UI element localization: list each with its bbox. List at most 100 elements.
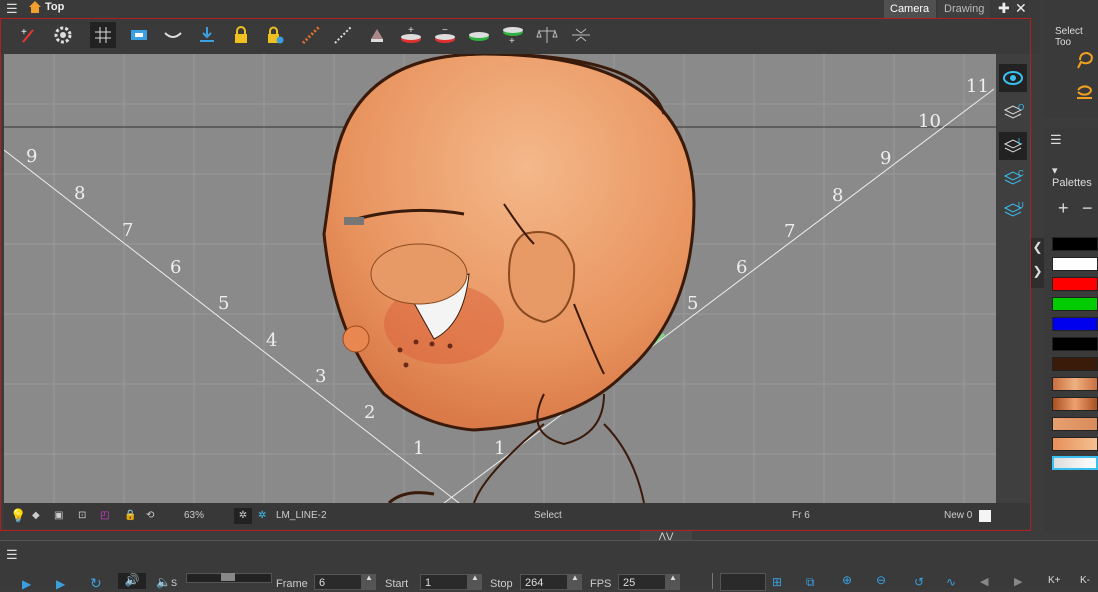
pr-label: 9 [880, 148, 891, 169]
next-key-icon[interactable]: ▶ [1014, 575, 1022, 588]
add-drawing-icon[interactable]: ⊞ [772, 575, 782, 589]
frame-icon[interactable]: ⊡ [78, 508, 86, 524]
stage-drawing[interactable]: 9 8 7 6 5 4 3 2 1 11 10 9 8 7 6 5 4 3 1 [4, 54, 996, 503]
prev-key-icon[interactable]: ◀ [980, 575, 988, 588]
chevron-right-icon[interactable]: ❯ [1031, 264, 1044, 278]
sound-icon[interactable]: 🔊 [118, 573, 146, 589]
chevron-left-icon[interactable]: ❮ [1031, 240, 1044, 254]
play-icon[interactable]: ▶ [22, 577, 31, 591]
home-icon[interactable] [28, 0, 42, 14]
view-menu-icon[interactable]: ☰ [6, 1, 18, 17]
color-chip[interactable] [979, 510, 991, 522]
rotate-icon[interactable]: ↺ [914, 575, 924, 589]
pl-label: 2 [364, 402, 375, 423]
view-side-buttons: O L C U [996, 54, 1030, 503]
pl-label: 5 [218, 293, 229, 314]
key-plus-button[interactable]: K+ [1048, 575, 1061, 586]
pr-label: 10 [918, 111, 941, 132]
add-color-button[interactable]: + [1058, 198, 1069, 219]
layers-icon[interactable]: ◆ [32, 508, 40, 524]
pr-label: 8 [832, 185, 843, 206]
panel-menu-icon[interactable]: ☰ [1050, 132, 1062, 148]
eyebrow-tip [344, 217, 364, 225]
camera-viewport[interactable]: 9 8 7 6 5 4 3 2 1 11 10 9 8 7 6 5 4 3 1 [4, 54, 996, 503]
lock-add-icon[interactable] [262, 22, 288, 48]
close-icon[interactable]: ✕ [1015, 0, 1027, 17]
grid-icon[interactable] [90, 22, 116, 48]
reset-view-icon[interactable]: ⟲ [146, 508, 154, 524]
tool-properties-panel [1044, 0, 1098, 118]
pl-label: 4 [266, 330, 277, 351]
lasso-icon[interactable] [1076, 50, 1096, 70]
color-swatch[interactable] [1052, 257, 1098, 271]
stamp-icon[interactable] [364, 22, 390, 48]
ruler-icon[interactable] [298, 22, 324, 48]
pl-label: 6 [170, 257, 181, 278]
nose [342, 325, 370, 353]
line-style-dropdown[interactable] [720, 573, 766, 591]
lasso-icon[interactable]: ◰ [100, 508, 109, 524]
timeline-menu-icon[interactable]: ☰ [6, 547, 18, 563]
ruler-alt-icon[interactable] [330, 22, 356, 48]
pl-label: 3 [315, 366, 326, 387]
svg-text:U: U [1018, 201, 1024, 210]
color-swatch[interactable] [1052, 437, 1098, 451]
current-layer: LM_LINE-2 [276, 510, 327, 521]
tab-drawing[interactable]: Drawing [938, 0, 991, 18]
svg-text:C: C [1018, 169, 1024, 178]
layer-remove-icon[interactable]: − [432, 22, 458, 48]
key-minus-button[interactable]: K- [1080, 575, 1090, 586]
svg-text:O: O [1018, 103, 1024, 112]
lightbulb-icon[interactable]: 💡 [10, 508, 26, 524]
color-swatch[interactable] [1052, 297, 1098, 311]
green-layer-icon[interactable] [466, 22, 492, 48]
ear [507, 231, 576, 324]
balance-icon[interactable] [534, 22, 560, 48]
green-layer-add-icon[interactable]: + [500, 22, 526, 48]
add-keyframe-icon[interactable]: ⊕ [842, 573, 852, 587]
color-swatch[interactable] [1052, 337, 1098, 351]
add-view-icon[interactable]: ✚ [998, 0, 1010, 17]
fit-icon[interactable] [126, 22, 152, 48]
color-swatch[interactable] [1052, 277, 1098, 291]
flip-icon[interactable] [568, 22, 594, 48]
lock-icon[interactable] [228, 22, 254, 48]
lock-icon[interactable]: 🔒 [124, 508, 136, 524]
gear-icon[interactable]: ✲ [234, 508, 252, 524]
color-swatch-selected[interactable] [1052, 456, 1098, 470]
layer-u-icon[interactable]: U [999, 196, 1027, 224]
eye-icon[interactable] [999, 64, 1027, 92]
color-swatch[interactable] [1052, 317, 1098, 331]
import-icon[interactable] [194, 22, 220, 48]
color-swatch[interactable] [1052, 417, 1098, 431]
palettes-title[interactable]: ▾ Palettes [1052, 164, 1098, 189]
sound-scrub-icon[interactable]: 🔈S [156, 575, 177, 589]
layer-o-icon[interactable]: O [999, 98, 1027, 126]
current-tool: Select [534, 510, 562, 521]
layer-add-icon[interactable]: + [398, 22, 424, 48]
lasso-alt-icon[interactable] [1074, 82, 1096, 102]
zoom-level[interactable]: 63% [184, 508, 204, 524]
onion-skin-icon[interactable] [160, 22, 186, 48]
fps-label: FPS [590, 578, 612, 590]
pl-label: 9 [26, 146, 37, 167]
color-swatch[interactable] [1052, 397, 1098, 411]
color-swatch[interactable] [1052, 357, 1098, 371]
gear-icon[interactable] [50, 22, 76, 48]
layer-l-icon[interactable]: L [999, 132, 1027, 160]
timeline-toolbar: ☰ ▶ ▶ ↻ 🔊 🔈S Frame 6 ▲ Start 1 ▲ Stop 26… [0, 540, 1098, 592]
wand-icon[interactable]: + [16, 22, 42, 48]
loop-icon[interactable]: ↻ [90, 575, 102, 592]
safe-area-icon[interactable]: ▣ [54, 508, 63, 524]
play-loop-icon[interactable]: ▶ [56, 577, 65, 591]
panel-collapse-handle[interactable]: ❮ ❯ [1031, 238, 1044, 288]
remove-color-button[interactable]: − [1082, 198, 1093, 219]
speed-slider[interactable] [186, 573, 272, 583]
motion-path-icon[interactable]: ∿ [946, 575, 956, 589]
tab-camera[interactable]: Camera [884, 0, 936, 18]
remove-keyframe-icon[interactable]: ⊖ [876, 573, 886, 587]
color-swatch[interactable] [1052, 377, 1098, 391]
pr-label: 7 [784, 221, 795, 242]
layer-c-icon[interactable]: C [999, 164, 1027, 192]
color-swatch[interactable] [1052, 237, 1098, 251]
